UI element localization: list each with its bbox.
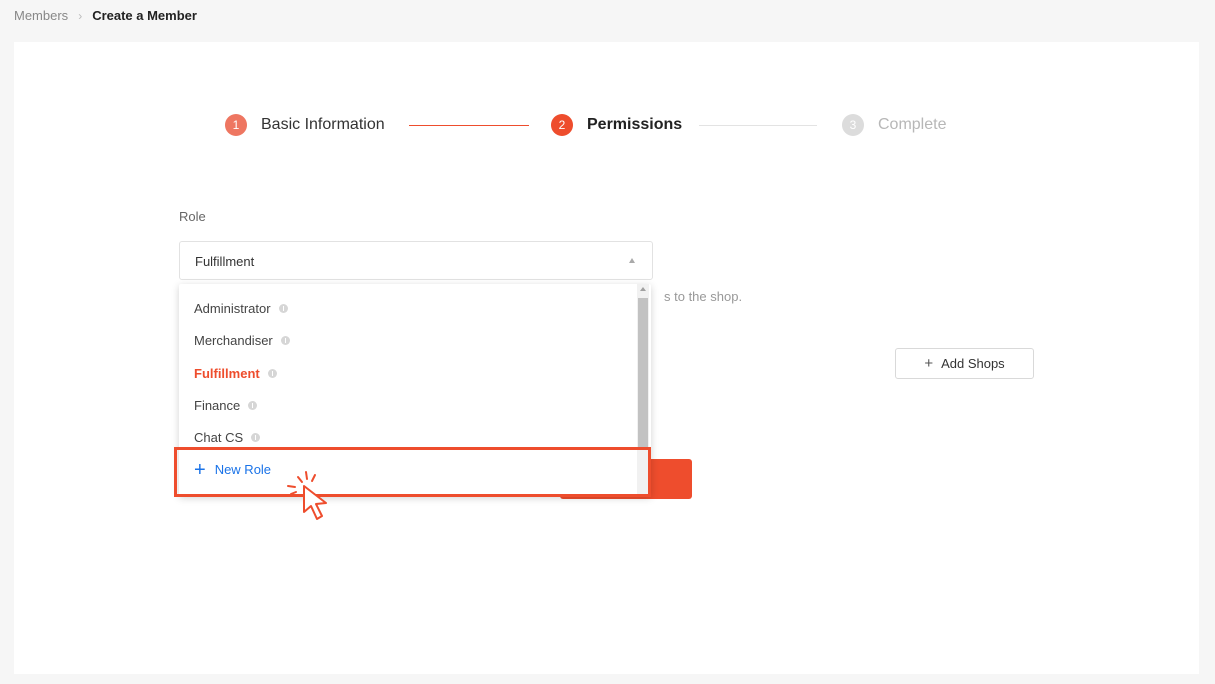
step-basic-information: 1 Basic Information	[225, 114, 385, 136]
helper-text-visible: s to the shop.	[664, 289, 743, 304]
info-icon[interactable]	[280, 336, 290, 345]
option-label: Merchandiser	[194, 333, 273, 348]
breadcrumb-current: Create a Member	[92, 8, 197, 23]
plus-icon: +	[924, 355, 934, 372]
step-label: Permissions	[587, 116, 683, 133]
info-icon[interactable]	[248, 401, 258, 410]
step-complete: 3 Complete	[842, 114, 946, 136]
info-icon[interactable]	[267, 369, 277, 378]
step-connector	[699, 125, 817, 126]
add-shops-button[interactable]: + Add Shops	[895, 348, 1034, 379]
new-role-highlight	[174, 447, 651, 497]
caret-up-icon	[629, 258, 635, 263]
step-connector	[409, 125, 529, 126]
info-icon[interactable]	[251, 433, 261, 442]
step-number: 1	[225, 114, 247, 136]
pointer-cursor-icon	[287, 471, 327, 520]
dropdown-option-finance[interactable]: Finance	[194, 398, 258, 413]
option-label: Chat CS	[194, 430, 244, 445]
chevron-right-icon: ›	[78, 8, 83, 23]
step-label: Complete	[878, 116, 947, 133]
dropdown-option-merchandiser[interactable]: Merchandiser	[194, 333, 290, 348]
info-icon[interactable]	[278, 304, 288, 313]
step-number: 2	[551, 114, 573, 136]
option-label: Finance	[194, 398, 241, 413]
dropdown-option-fulfillment[interactable]: Fulfillment	[194, 366, 277, 381]
step-label: Basic Information	[261, 116, 385, 133]
scroll-up-arrow-icon[interactable]	[640, 287, 646, 291]
role-select-value: Fulfillment	[195, 254, 255, 269]
step-permissions: 2 Permissions	[551, 114, 682, 136]
option-label: Administrator	[194, 301, 271, 316]
dropdown-option-chat-cs[interactable]: Chat CS	[194, 430, 261, 445]
add-shops-label: Add Shops	[941, 356, 1005, 371]
scrollbar-thumb[interactable]	[638, 298, 648, 450]
breadcrumb: Members › Create a Member	[14, 8, 197, 23]
breadcrumb-members-link[interactable]: Members	[14, 8, 68, 23]
dropdown-option-administrator[interactable]: Administrator	[194, 301, 288, 316]
step-number: 3	[842, 114, 864, 136]
role-select[interactable]: Fulfillment	[179, 241, 653, 280]
role-field-label: Role	[179, 209, 206, 224]
option-label: Fulfillment	[194, 366, 260, 381]
